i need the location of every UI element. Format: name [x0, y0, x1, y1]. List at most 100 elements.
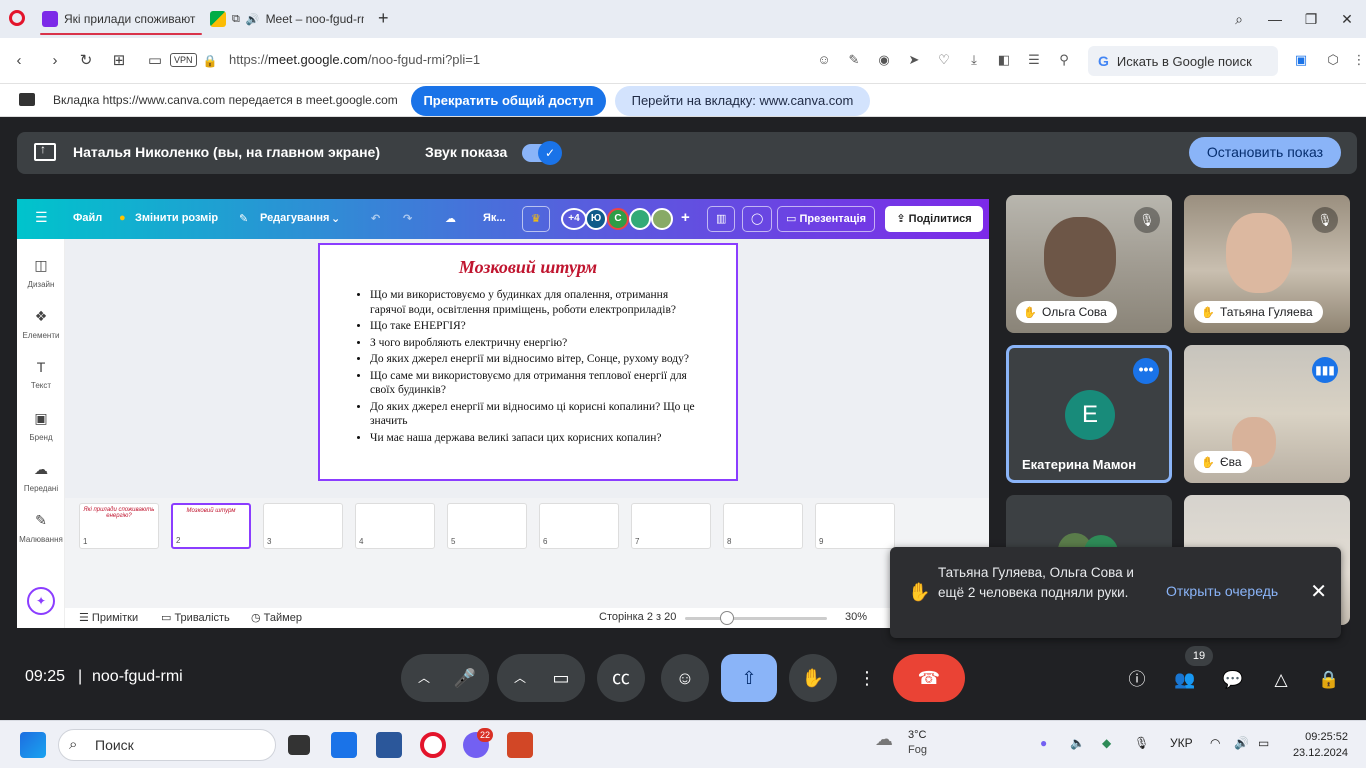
more-options-button[interactable]: ⋮	[843, 654, 891, 702]
chevron-up-icon[interactable]: ︿	[500, 654, 540, 702]
vpn-badge[interactable]: VPN	[170, 53, 197, 67]
new-tab-button[interactable]: +	[378, 8, 389, 29]
heart-icon[interactable]: ♡	[935, 51, 953, 69]
profile-icon[interactable]: ⚲	[1055, 51, 1073, 69]
sidebar-item-elements[interactable]: ❖ Елементи	[17, 308, 65, 340]
close-window-button[interactable]: ✕	[1336, 8, 1358, 30]
stop-presenting-button[interactable]: Остановить показ	[1189, 137, 1341, 168]
sidebar-item-design[interactable]: ◫ Дизайн	[17, 257, 65, 289]
collaborators-count[interactable]: +4	[561, 208, 587, 230]
meeting-info-icon[interactable]: ⓘ	[1124, 667, 1150, 693]
snapshot-icon[interactable]: ◉	[875, 51, 893, 69]
mic-button[interactable]: 🎤	[441, 654, 489, 702]
leave-call-button[interactable]: ☎	[893, 654, 965, 702]
collaborator-avatar[interactable]: Ю	[585, 208, 607, 230]
windows-start-icon[interactable]	[20, 732, 46, 758]
tab-canva[interactable]: Які прилади споживають	[34, 4, 204, 34]
cloud-save-icon[interactable]: ☁	[445, 212, 456, 225]
word-icon[interactable]	[376, 732, 402, 758]
slide-thumbnail[interactable]: Які прилади споживають енергію? 1	[79, 503, 159, 549]
opera-icon[interactable]	[420, 732, 446, 758]
chevron-down-icon[interactable]: ⌄	[331, 212, 340, 225]
viber-tray-icon[interactable]: ●	[1040, 736, 1047, 750]
slide-thumbnail[interactable]: 7	[631, 503, 711, 549]
insights-icon[interactable]: ▥	[707, 206, 736, 232]
reload-button[interactable]: ↻	[75, 50, 97, 72]
page-indicator[interactable]: Сторінка 2 з 20	[599, 611, 676, 623]
slide-thumbnail[interactable]: 3	[263, 503, 343, 549]
chevron-up-icon[interactable]: ︿	[404, 654, 444, 702]
add-collaborator-icon[interactable]: +	[681, 209, 690, 226]
speed-dial-icon[interactable]: ⊞	[108, 50, 130, 72]
system-clock[interactable]: 09:25:52 23.12.2024	[1290, 729, 1348, 761]
emoji-icon[interactable]: ☺	[815, 51, 833, 69]
input-language[interactable]: УКР	[1170, 736, 1193, 750]
canva-editing-menu[interactable]: Редагування	[260, 212, 329, 224]
participant-tile[interactable]: 🎙 ✋ Татьяна Гуляева	[1184, 195, 1350, 333]
people-icon[interactable]: 👥	[1172, 667, 1198, 693]
comments-icon[interactable]: ◯	[742, 206, 773, 232]
chat-icon[interactable]: 💬	[1220, 667, 1246, 693]
back-button[interactable]: ‹	[8, 50, 30, 72]
undo-icon[interactable]: ↶	[371, 212, 380, 225]
lock-icon[interactable]: 🔒	[199, 50, 221, 72]
canva-menu-icon[interactable]: ☰	[35, 209, 48, 226]
minimize-button[interactable]: —	[1264, 8, 1286, 30]
zoom-slider-handle[interactable]	[720, 611, 734, 625]
timer-button[interactable]: ◷ Таймер	[251, 611, 302, 624]
collaborator-avatar-image[interactable]	[651, 208, 673, 230]
edit-icon[interactable]: ✎	[845, 51, 863, 69]
stop-sharing-button[interactable]: Прекратить общий доступ	[411, 86, 606, 116]
participant-tile[interactable]: ▮▮▮ ✋ Єва	[1184, 345, 1350, 483]
send-icon[interactable]: ➤	[905, 51, 923, 69]
tab-audio-icon[interactable]: 🔊	[246, 13, 260, 26]
forward-button[interactable]: ›	[44, 50, 66, 72]
menu-icon[interactable]: ⋮	[1350, 51, 1366, 69]
host-controls-icon[interactable]: 🔒	[1316, 667, 1342, 693]
canva-share-button[interactable]: ⇪ Поділитися	[885, 206, 983, 232]
sidebar-item-draw[interactable]: ✎ Малювання	[17, 512, 65, 544]
taskbar-search-box[interactable]: ⌕ Поиск	[58, 729, 276, 761]
activities-icon[interactable]: △	[1268, 667, 1294, 693]
open-queue-link[interactable]: Открыть очередь	[1166, 583, 1278, 599]
google-search-box[interactable]: G Искать в Google поиск	[1088, 46, 1278, 76]
notes-button[interactable]: ☰ Примітки	[79, 611, 138, 624]
maximize-button[interactable]: ❐	[1300, 8, 1322, 30]
camera-button[interactable]: ▭	[537, 654, 585, 702]
tab-meet[interactable]: ⧉ 🔊 Meet – noo-fgud-rmi	[202, 4, 372, 34]
collaborator-avatar-image[interactable]	[629, 208, 651, 230]
present-button[interactable]: ▭ Презентація	[777, 206, 876, 232]
sidebar-item-text[interactable]: T Текст	[17, 359, 65, 390]
slide-thumbnail[interactable]: 6	[539, 503, 619, 549]
wifi-icon[interactable]: ◠	[1210, 736, 1220, 750]
url-field[interactable]: https://meet.google.com/noo-fgud-rmi?pli…	[229, 52, 480, 67]
current-slide[interactable]: Мозковий штурм Що ми використовуємо у бу…	[318, 243, 738, 481]
collaborator-avatar[interactable]: С	[607, 208, 629, 230]
magic-assistant-icon[interactable]: ✦	[27, 587, 55, 615]
zoom-slider[interactable]	[685, 617, 827, 620]
camera-icon[interactable]: ▭	[144, 50, 166, 72]
powerpoint-icon[interactable]	[507, 732, 533, 758]
slide-thumbnail[interactable]: 5	[447, 503, 527, 549]
download-icon[interactable]: ⤓	[965, 51, 983, 69]
extensions-icon[interactable]: ⬡	[1324, 51, 1342, 69]
canva-resize-button[interactable]: Змінити розмір	[135, 212, 218, 224]
search-tabs-icon[interactable]: ⌕	[1228, 8, 1250, 30]
go-to-tab-button[interactable]: Перейти на вкладку: www.canva.com	[615, 86, 870, 116]
opera-logo-icon[interactable]	[9, 10, 25, 26]
duration-button[interactable]: ▭ Тривалість	[161, 611, 230, 624]
sidebar-item-uploads[interactable]: ☁ Передані	[17, 461, 65, 493]
store-icon[interactable]	[331, 732, 357, 758]
zoom-level[interactable]: 30%	[845, 611, 867, 623]
present-now-button[interactable]: ⇧	[721, 654, 777, 702]
raise-hand-button[interactable]: ✋	[789, 654, 837, 702]
wallet-icon[interactable]: ▣	[1292, 51, 1310, 69]
close-icon[interactable]: ✕	[1310, 579, 1327, 604]
participant-tile[interactable]: 🎙 ✋ Ольга Сова	[1006, 195, 1172, 333]
more-options-icon[interactable]: •••	[1133, 358, 1159, 384]
microphone-tray-icon[interactable]: 🎙	[1134, 736, 1149, 750]
canva-file-menu[interactable]: Файл	[73, 212, 102, 224]
captions-button[interactable]: ㏄	[597, 654, 645, 702]
share-audio-toggle[interactable]: ✓	[522, 141, 562, 165]
sidebar-toggle-icon[interactable]: ◧	[995, 51, 1013, 69]
